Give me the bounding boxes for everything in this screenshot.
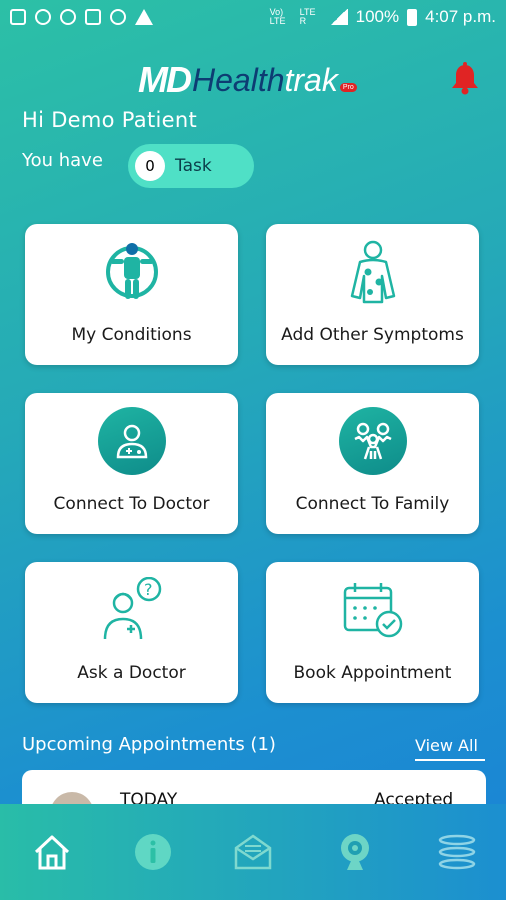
gallery-icon [10, 9, 26, 25]
appointment-date: TODAY [120, 790, 178, 804]
network-label: Vo) LTE [269, 7, 286, 26]
lte-label: LTE R [299, 7, 316, 26]
card-label: My Conditions [71, 325, 192, 345]
home-icon[interactable] [32, 832, 72, 872]
notification-icons [10, 9, 153, 25]
card-label: Add Other Symptoms [281, 325, 464, 345]
appointment-card[interactable]: TODAY Accepted [22, 770, 486, 804]
signal-icon [329, 9, 348, 25]
task-button[interactable]: 0 Task [128, 144, 254, 188]
webcam-icon[interactable] [335, 832, 375, 872]
avatar [50, 792, 94, 804]
battery-icon [407, 8, 418, 26]
mail-notification-icon [85, 9, 101, 25]
clock: 4:07 p.m. [425, 7, 496, 26]
logo-pro-badge: Pro [339, 82, 357, 92]
battery-percent: 100% [355, 7, 400, 26]
whatsapp-icon [35, 9, 51, 25]
greeting-text: Hi Demo Patient [22, 108, 197, 132]
appointment-status: Accepted [374, 790, 454, 804]
notification-bell-icon[interactable] [449, 62, 481, 96]
logo-health: Health [192, 61, 285, 98]
ask-a-doctor-card[interactable]: ? Ask a Doctor [25, 562, 238, 703]
status-bar: Vo) LTE LTE R 100% 4:07 p.m. [0, 0, 506, 34]
calendar-check-icon [337, 574, 409, 646]
svg-text:?: ? [144, 580, 153, 599]
wechat-icon [110, 9, 126, 25]
my-conditions-card[interactable]: My Conditions [25, 224, 238, 365]
card-label: Ask a Doctor [77, 663, 186, 683]
add-other-symptoms-card[interactable]: Add Other Symptoms [266, 224, 479, 365]
task-count: 0 [135, 151, 165, 181]
menu-icon[interactable] [437, 832, 477, 872]
mail-icon[interactable] [233, 832, 273, 872]
card-label: Book Appointment [293, 663, 452, 683]
upcoming-appointments-title: Upcoming Appointments (1) [22, 734, 276, 755]
connect-to-doctor-card[interactable]: Connect To Doctor [25, 393, 238, 534]
connect-to-family-card[interactable]: Connect To Family [266, 393, 479, 534]
warning-icon [135, 9, 153, 25]
logo-trak: trak [284, 61, 338, 98]
doctor-question-icon: ? [96, 574, 168, 646]
card-label: Connect To Doctor [53, 494, 210, 514]
info-icon[interactable] [133, 832, 173, 872]
task-prefix: You have [22, 150, 103, 171]
logo-md: MD [138, 59, 192, 100]
bottom-nav [0, 804, 506, 900]
heart-icon [60, 9, 76, 25]
task-label: Task [175, 156, 212, 176]
body-scan-icon [96, 236, 168, 308]
doctor-icon [97, 407, 166, 475]
app-logo: MD Health trak Pro [138, 59, 357, 100]
family-icon [338, 407, 407, 475]
book-appointment-card[interactable]: Book Appointment [266, 562, 479, 703]
body-symptoms-icon [337, 236, 409, 308]
card-label: Connect To Family [295, 494, 450, 514]
view-all-link[interactable]: View All [415, 736, 485, 761]
